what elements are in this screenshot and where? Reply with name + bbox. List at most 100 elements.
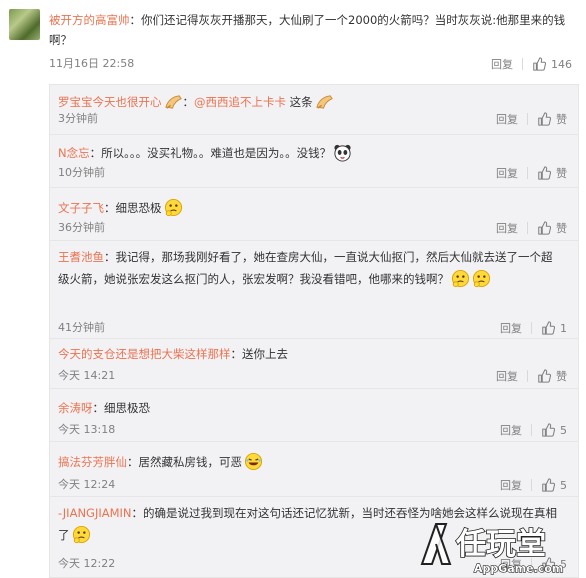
reply-text: 今天的支仓还是想把大柴这样那样：送你上去: [58, 343, 563, 365]
thumbs-up-icon: [532, 57, 546, 71]
like-button[interactable]: 146: [532, 57, 572, 71]
timestamp: 今天 12:24: [58, 478, 116, 491]
like-label: 赞: [556, 370, 567, 383]
reply-body: ：居然藏私房钱，可恶: [127, 455, 242, 469]
username-link[interactable]: -JIANGJIAMIN: [58, 506, 132, 520]
reply-button[interactable]: 回复: [500, 320, 522, 336]
like-button[interactable]: 赞: [537, 220, 567, 236]
main-comment: 被开方的高富帅：你们还记得灰灰开播那天，大仙刷了一个2000的火箭吗？当时灰灰说…: [0, 0, 586, 84]
divider: [527, 113, 528, 125]
timestamp: 今天 13:18: [58, 423, 116, 436]
reply-actions: 回复 1: [500, 320, 567, 336]
reply-actions: 回复 赞: [496, 368, 567, 384]
appgame-watermark-logo: 任玩堂 AppGame.com: [420, 523, 564, 576]
username-link[interactable]: N念忘: [58, 146, 90, 160]
timestamp: 今天 12:22: [58, 557, 116, 570]
like-label: 赞: [556, 167, 567, 180]
reply-body: ：细思恐极: [104, 201, 162, 215]
like-count: 5: [560, 423, 567, 437]
reply-list: 罗宝宝今天也很开心 ：@西西追不上卡卡 这条 3分钟前 回复 赞 N念忘：所以。。…: [49, 84, 579, 578]
thumbs-up-icon: [537, 369, 551, 383]
comment-actions: 回复 146: [491, 56, 572, 72]
list-item: 王耆池鱼：我记得，那场我刚好看了，她在查房大仙，一直说大仙抠门，然后大仙就去送了…: [50, 241, 578, 339]
reply-button[interactable]: 回复: [496, 111, 518, 127]
list-item: 文子子飞：细思恐极 36分钟前 回复 赞: [50, 188, 578, 241]
username-link[interactable]: 罗宝宝今天也很开心: [58, 95, 162, 109]
reply-body: 这条: [289, 95, 313, 109]
mention-link[interactable]: @西西追不上卡卡: [194, 95, 286, 109]
username-link[interactable]: 搞法芬芳胖仙: [58, 455, 127, 469]
reply-actions: 回复 赞: [496, 165, 567, 181]
thumbs-up-icon: [541, 478, 555, 492]
thumbs-up-icon: [537, 221, 551, 235]
reply-text: 搞法芬芳胖仙：居然藏私房钱，可恶: [58, 451, 563, 473]
reply-button[interactable]: 回复: [496, 220, 518, 236]
reply-actions: 回复 赞: [496, 220, 567, 236]
divider: [522, 58, 523, 70]
username-link[interactable]: 被开方的高富帅: [49, 13, 130, 27]
think-emoji-icon: [164, 198, 183, 217]
username-link[interactable]: 文子子飞: [58, 201, 104, 215]
reply-text: 余涛呀：细思极恐: [58, 397, 563, 419]
like-label: 赞: [556, 222, 567, 235]
reply-body: ：所以。。。没买礼物。。难道也是因为。。没钱？: [89, 146, 332, 160]
like-button[interactable]: 赞: [537, 368, 567, 384]
like-button[interactable]: 5: [541, 478, 567, 492]
divider: [527, 370, 528, 382]
like-button[interactable]: 赞: [537, 111, 567, 127]
timestamp: 3分钟前: [58, 112, 98, 125]
timestamp: 41分钟前: [58, 321, 105, 334]
reply-button[interactable]: 回复: [500, 422, 522, 438]
like-button[interactable]: 赞: [537, 165, 567, 181]
divider: [531, 322, 532, 334]
timestamp: 36分钟前: [58, 221, 105, 234]
think-emoji-icon: [451, 269, 470, 288]
thumbs-up-icon: [541, 423, 555, 437]
list-item: 搞法芬芳胖仙：居然藏私房钱，可恶 今天 12:24 回复 5: [50, 442, 578, 497]
reply-button[interactable]: 回复: [491, 56, 513, 72]
laugh-emoji-icon: [244, 452, 263, 471]
username-link[interactable]: 今天的支仓还是想把大柴这样那样: [58, 347, 231, 361]
avatar[interactable]: [9, 9, 40, 40]
reply-button[interactable]: 回复: [500, 477, 522, 493]
list-item: 今天的支仓还是想把大柴这样那样：送你上去 今天 14:21 回复 赞: [50, 339, 578, 389]
reply-text: 罗宝宝今天也很开心 ：@西西追不上卡卡 这条: [58, 91, 563, 113]
think-emoji-icon: [472, 269, 491, 288]
divider: [531, 479, 532, 491]
panda-emoji-icon: [333, 143, 352, 162]
watermark-name: 任玩堂: [455, 527, 546, 562]
reply-button[interactable]: 回复: [496, 368, 518, 384]
like-button[interactable]: 1: [541, 321, 567, 335]
thumbs-up-icon: [537, 112, 551, 126]
reply-body: ：送你上去: [230, 347, 289, 361]
watermark-domain: AppGame.com: [474, 562, 563, 575]
reply-button[interactable]: 回复: [496, 165, 518, 181]
thumbs-up-icon: [537, 166, 551, 180]
reply-actions: 回复 5: [500, 422, 567, 438]
reply-text: 王耆池鱼：我记得，那场我刚好看了，她在查房大仙，一直说大仙抠门，然后大仙就去送了…: [58, 246, 563, 290]
like-count: 5: [560, 478, 567, 492]
like-count: 146: [551, 57, 572, 71]
main-comment-text: 被开方的高富帅：你们还记得灰灰开播那天，大仙刷了一个2000的火箭吗？当时灰灰说…: [49, 10, 579, 50]
list-item: 余涛呀：细思极恐 今天 13:18 回复 5: [50, 389, 578, 442]
reply-body: ：细思极恐: [92, 401, 151, 415]
divider: [531, 424, 532, 436]
bow-emoji-icon: [315, 92, 334, 111]
timestamp: 10分钟前: [58, 166, 105, 179]
divider: [527, 167, 528, 179]
timestamp: 今天 14:21: [58, 369, 116, 382]
timestamp: 11月16日 22:58: [49, 57, 135, 70]
thumbs-up-icon: [541, 321, 555, 335]
username-link[interactable]: 余涛呀: [58, 401, 93, 415]
reply-actions: 回复 5: [500, 477, 567, 493]
reply-actions: 回复 赞: [496, 111, 567, 127]
like-count: 1: [560, 321, 567, 335]
list-item: N念忘：所以。。。没买礼物。。难道也是因为。。没钱？ 10分钟前 回复 赞: [50, 135, 578, 188]
reply-text: 文子子飞：细思恐极: [58, 197, 563, 219]
think-emoji-icon: [72, 525, 91, 544]
username-link[interactable]: 王耆池鱼: [58, 250, 104, 264]
like-button[interactable]: 5: [541, 423, 567, 437]
reply-text: N念忘：所以。。。没买礼物。。难道也是因为。。没钱？: [58, 142, 563, 164]
list-item: 罗宝宝今天也很开心 ：@西西追不上卡卡 这条 3分钟前 回复 赞: [50, 85, 578, 135]
divider: [527, 222, 528, 234]
